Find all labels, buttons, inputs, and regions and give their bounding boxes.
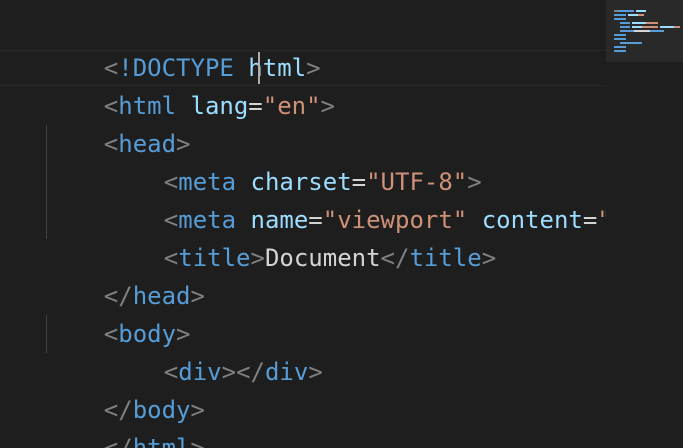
- attribute-name: lang: [190, 92, 249, 120]
- code-line-4[interactable]: <meta charset="UTF-8">: [106, 125, 482, 196]
- title-text: Document: [264, 244, 381, 272]
- minimap-line: [620, 22, 658, 25]
- code-line-1[interactable]: <!DOCTYPE html>: [46, 11, 321, 82]
- previous-line-fragment: [48, 0, 606, 2]
- minimap-line: [620, 26, 680, 29]
- attribute-value-truncated: "wi: [597, 206, 606, 234]
- minimap-line: [614, 38, 626, 41]
- tag-name: html: [132, 434, 191, 448]
- code-line-10[interactable]: </body>: [46, 353, 205, 424]
- attribute-value: "en": [262, 92, 321, 120]
- minimap-line: [614, 46, 626, 49]
- punctuation: >: [320, 92, 335, 120]
- code-line-9[interactable]: <div></div>: [106, 315, 323, 386]
- punctuation: >: [250, 244, 265, 272]
- code-line-7[interactable]: </head>: [46, 239, 205, 310]
- code-line-8[interactable]: <body>: [46, 277, 191, 348]
- equals: =: [582, 206, 598, 234]
- code-line-5[interactable]: <meta name="viewport" content="wi: [106, 163, 606, 234]
- punctuation: >: [221, 358, 237, 386]
- minimap-line: [614, 10, 646, 13]
- minimap-line: [620, 30, 664, 33]
- minimap-line: [614, 14, 644, 17]
- attribute-name: content: [481, 206, 583, 234]
- punctuation: >: [190, 282, 205, 310]
- code-line-6[interactable]: <title>Document</title>: [106, 201, 496, 272]
- minimap-line: [620, 42, 642, 45]
- punctuation: </: [103, 434, 133, 448]
- punctuation: >: [190, 434, 205, 448]
- punctuation: >: [308, 358, 323, 386]
- minimap[interactable]: [606, 0, 683, 448]
- punctuation: </: [236, 358, 265, 386]
- punctuation: >: [481, 244, 497, 272]
- punctuation: </: [380, 244, 410, 272]
- minimap-line: [614, 34, 626, 37]
- tag-name: title: [409, 244, 482, 272]
- code-line-3[interactable]: <head>: [46, 87, 191, 158]
- code-line-2[interactable]: <html lang="en">: [46, 49, 335, 120]
- minimap-line: [614, 50, 626, 53]
- tag-name: div: [264, 358, 309, 386]
- code-line-11[interactable]: </html>: [46, 391, 205, 448]
- code-editor[interactable]: <!DOCTYPE html> <html lang="en"> <head> …: [0, 0, 606, 448]
- text-cursor: [258, 52, 260, 84]
- minimap-line: [614, 18, 626, 21]
- equals: =: [248, 92, 263, 120]
